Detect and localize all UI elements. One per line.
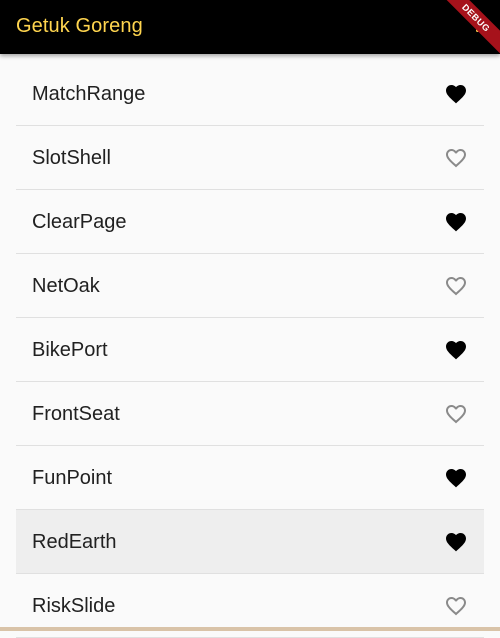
word-list: MatchRange SlotShell ClearPage NetOak BikePo… bbox=[16, 62, 484, 638]
heart-filled-icon[interactable] bbox=[444, 530, 468, 554]
heart-outline-icon[interactable] bbox=[444, 402, 468, 426]
list-item[interactable]: NetOak bbox=[16, 254, 484, 318]
list-item[interactable]: BikePort bbox=[16, 318, 484, 382]
list-item-label: FunPoint bbox=[32, 467, 113, 489]
heart-filled-icon[interactable] bbox=[444, 210, 468, 234]
heart-filled-icon[interactable] bbox=[444, 82, 468, 106]
app-title: Getuk Goreng bbox=[16, 15, 143, 37]
heart-filled-icon[interactable] bbox=[444, 466, 468, 490]
list-item-label: RiskSlide bbox=[32, 595, 116, 617]
list-item[interactable]: ClearPage bbox=[16, 190, 484, 254]
heart-outline-icon[interactable] bbox=[444, 594, 468, 618]
list-item[interactable]: MatchRange bbox=[16, 62, 484, 126]
list-item-label: ClearPage bbox=[32, 211, 127, 233]
list-item[interactable]: FunPoint bbox=[16, 446, 484, 510]
list-item-label: BikePort bbox=[32, 339, 108, 361]
list-item-label: MatchRange bbox=[32, 83, 146, 105]
app-bar: Getuk Goreng DEBUG bbox=[0, 0, 500, 54]
list-item-label: FrontSeat bbox=[32, 403, 120, 425]
heart-outline-icon[interactable] bbox=[444, 274, 468, 298]
bottom-edge bbox=[0, 627, 500, 631]
heart-outline-icon[interactable] bbox=[444, 146, 468, 170]
heart-filled-icon[interactable] bbox=[444, 338, 468, 362]
list-item[interactable]: FrontSeat bbox=[16, 382, 484, 446]
list-item-label: SlotShell bbox=[32, 147, 111, 169]
list-item-label: NetOak bbox=[32, 275, 100, 297]
debug-banner: DEBUG bbox=[434, 0, 500, 54]
list-item-label: RedEarth bbox=[32, 531, 117, 553]
list-item[interactable]: RedEarth bbox=[16, 510, 484, 574]
list-item[interactable]: SlotShell bbox=[16, 126, 484, 190]
